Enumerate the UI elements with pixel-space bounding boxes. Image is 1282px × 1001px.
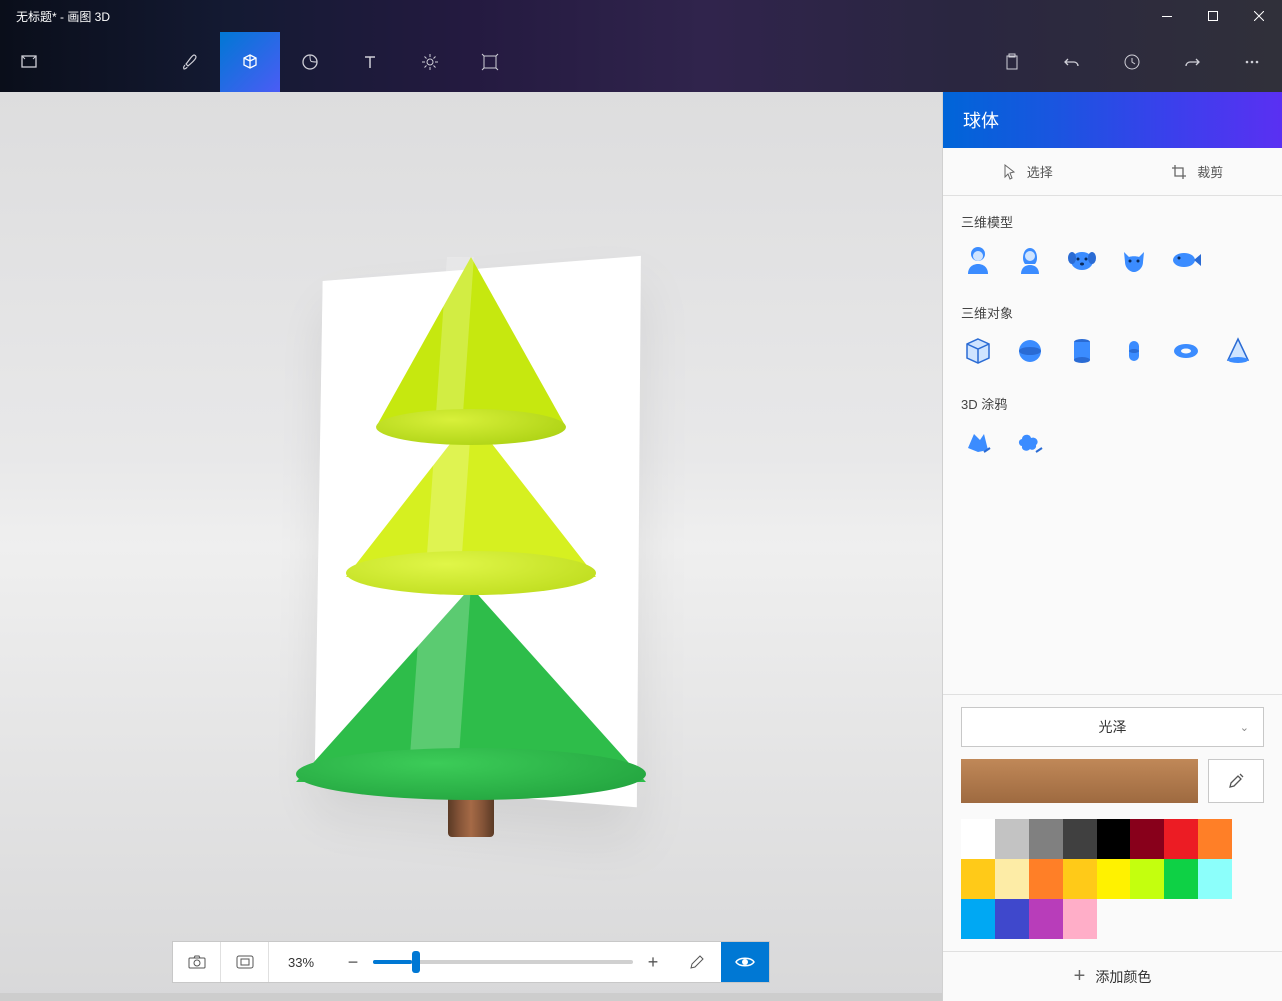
- color-swatch[interactable]: [1164, 859, 1198, 899]
- object-cone-button[interactable]: [1221, 334, 1255, 368]
- more-button[interactable]: [1222, 32, 1282, 92]
- select-button[interactable]: 选择: [943, 148, 1113, 195]
- cone-top: [376, 257, 566, 427]
- stickers-tool[interactable]: [280, 32, 340, 92]
- redo-button[interactable]: [1162, 32, 1222, 92]
- current-color-swatch[interactable]: [961, 759, 1198, 803]
- model-cat-button[interactable]: [1117, 243, 1151, 277]
- color-swatch[interactable]: [961, 819, 995, 859]
- view-3d-button[interactable]: [221, 942, 269, 982]
- window-title: 无标题* - 画图 3D: [16, 8, 1144, 25]
- color-swatch[interactable]: [1130, 859, 1164, 899]
- minimize-button[interactable]: [1144, 0, 1190, 32]
- zoom-out-button[interactable]: −: [333, 952, 373, 973]
- color-swatch[interactable]: [995, 819, 1029, 859]
- selection-toolbar: 选择 裁剪: [943, 148, 1282, 196]
- window-controls: [1144, 0, 1282, 32]
- color-swatch[interactable]: [1097, 819, 1131, 859]
- color-swatch[interactable]: [1029, 819, 1063, 859]
- color-swatch[interactable]: [1063, 819, 1097, 859]
- undo-button[interactable]: [1042, 32, 1102, 92]
- model-man-button[interactable]: [961, 243, 995, 277]
- brushes-tool[interactable]: [160, 32, 220, 92]
- models-grid: [943, 239, 1282, 287]
- view-mode-button[interactable]: [721, 942, 769, 982]
- color-swatch[interactable]: [1029, 859, 1063, 899]
- material-dropdown[interactable]: 光泽 ⌄: [961, 707, 1264, 747]
- color-palette: [961, 819, 1264, 939]
- main-toolbar: [0, 32, 1282, 92]
- color-swatch[interactable]: [1063, 859, 1097, 899]
- horizontal-scrollbar[interactable]: [0, 993, 942, 1001]
- model-fish-button[interactable]: [1169, 243, 1203, 277]
- color-swatch[interactable]: [961, 899, 995, 939]
- objects-grid: [943, 330, 1282, 378]
- side-panel: 球体 选择 裁剪 三维模型 三维对象: [942, 92, 1282, 1001]
- color-swatch[interactable]: [1029, 899, 1063, 939]
- doodle-sharp-button[interactable]: [961, 425, 995, 459]
- material-section: 光泽 ⌄ + 添加颜色: [943, 694, 1282, 1001]
- cone-bottom: [296, 587, 646, 782]
- color-swatch[interactable]: [961, 859, 995, 899]
- screenshot-button[interactable]: [173, 942, 221, 982]
- pointer-icon: [1003, 164, 1017, 180]
- model-dog-button[interactable]: [1065, 243, 1099, 277]
- color-swatch[interactable]: [1130, 819, 1164, 859]
- workspace: 33% − + 球体 选择 裁剪 三维模型: [0, 92, 1282, 1001]
- section-3d-doodle-title: 3D 涂鸦: [943, 378, 1282, 421]
- zoom-in-button[interactable]: +: [633, 952, 673, 973]
- shapes-3d-tool[interactable]: [220, 32, 280, 92]
- color-swatch[interactable]: [1198, 819, 1232, 859]
- doodle-soft-button[interactable]: [1013, 425, 1047, 459]
- maximize-button[interactable]: [1190, 0, 1236, 32]
- zoom-percent-label: 33%: [269, 955, 333, 970]
- section-3d-models-title: 三维模型: [943, 196, 1282, 239]
- object-cylinder-button[interactable]: [1065, 334, 1099, 368]
- text-tool[interactable]: [340, 32, 400, 92]
- zoom-slider[interactable]: [373, 942, 633, 982]
- paste-button[interactable]: [982, 32, 1042, 92]
- color-swatch[interactable]: [1063, 899, 1097, 939]
- panel-title: 球体: [943, 92, 1282, 148]
- crop-icon: [1171, 164, 1187, 180]
- eyedropper-button[interactable]: [1208, 759, 1264, 803]
- color-swatch[interactable]: [1097, 859, 1131, 899]
- zoom-bar: 33% − +: [172, 941, 770, 983]
- model-woman-button[interactable]: [1013, 243, 1047, 277]
- effects-tool[interactable]: [400, 32, 460, 92]
- section-3d-objects-title: 三维对象: [943, 287, 1282, 330]
- menu-expand-button[interactable]: [0, 32, 60, 92]
- color-swatch[interactable]: [1198, 859, 1232, 899]
- canvas-tool[interactable]: [460, 32, 520, 92]
- plus-icon: +: [1074, 965, 1086, 988]
- color-swatch[interactable]: [1164, 819, 1198, 859]
- title-bar: 无标题* - 画图 3D: [0, 0, 1282, 32]
- color-swatch[interactable]: [995, 899, 1029, 939]
- add-color-button[interactable]: + 添加颜色: [943, 951, 1282, 1001]
- object-capsule-button[interactable]: [1117, 334, 1151, 368]
- object-sphere-button[interactable]: [1013, 334, 1047, 368]
- history-button[interactable]: [1102, 32, 1162, 92]
- canvas-area[interactable]: 33% − +: [0, 92, 942, 1001]
- object-cube-button[interactable]: [961, 334, 995, 368]
- crop-button[interactable]: 裁剪: [1113, 148, 1282, 195]
- doodle-grid: [943, 421, 1282, 469]
- close-button[interactable]: [1236, 0, 1282, 32]
- object-torus-button[interactable]: [1169, 334, 1203, 368]
- color-swatch[interactable]: [995, 859, 1029, 899]
- edit-mode-button[interactable]: [673, 942, 721, 982]
- chevron-down-icon: ⌄: [1240, 721, 1249, 734]
